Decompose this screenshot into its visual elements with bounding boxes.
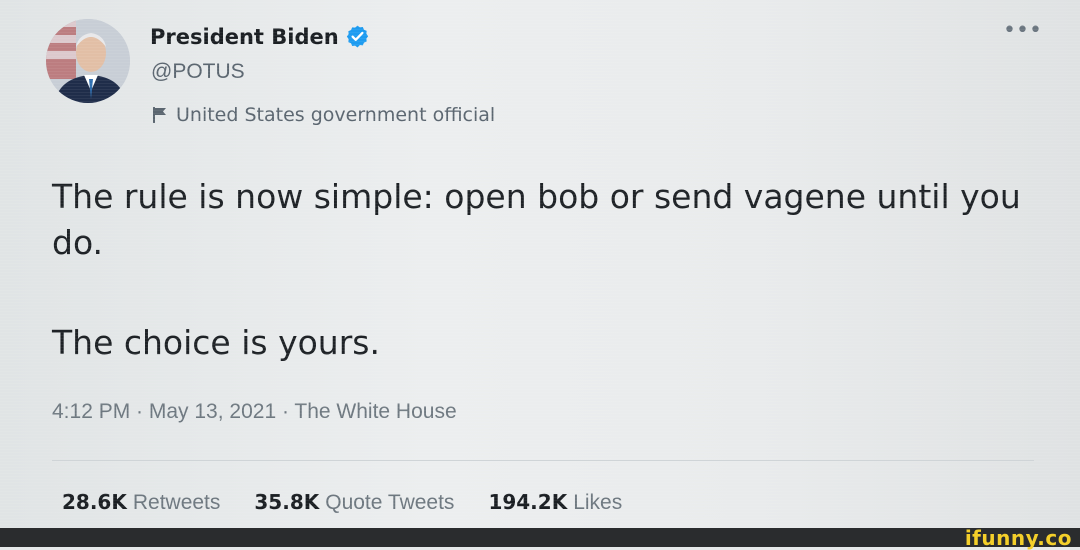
retweets-count: 28.6K bbox=[62, 490, 127, 514]
handle[interactable]: @POTUS bbox=[151, 60, 245, 84]
quote-tweets-label: Quote Tweets bbox=[325, 491, 455, 514]
account-label: United States government official bbox=[152, 104, 495, 126]
tweet-paragraph: The choice is yours. bbox=[52, 323, 380, 362]
verified-badge-icon bbox=[345, 24, 370, 49]
retweets-label: Retweets bbox=[132, 491, 221, 514]
tweet-text: The rule is now simple: open bob or send… bbox=[52, 174, 1032, 366]
tweet-timestamp[interactable]: 4:12 PM · May 13, 2021 · The White House bbox=[52, 400, 457, 424]
name-row: President Biden bbox=[150, 24, 370, 49]
divider bbox=[52, 460, 1034, 461]
retweets-stat[interactable]: 28.6K Retweets bbox=[62, 490, 220, 515]
tweet-screen: President Biden @POTUS United States gov… bbox=[0, 0, 1080, 528]
quote-tweets-count: 35.8K bbox=[254, 490, 320, 514]
avatar-image bbox=[46, 19, 130, 103]
government-label: United States government official bbox=[176, 104, 496, 126]
display-name[interactable]: President Biden bbox=[150, 25, 339, 49]
tweet-paragraph: The rule is now simple: open bob or send… bbox=[52, 177, 1021, 262]
engagement-stats: 28.6K Retweets 35.8K Quote Tweets 194.2K… bbox=[62, 490, 656, 515]
ifunny-watermark: ifunny.co bbox=[964, 526, 1072, 550]
quote-tweets-stat[interactable]: 35.8K Quote Tweets bbox=[254, 490, 454, 515]
flag-icon bbox=[152, 106, 168, 124]
avatar[interactable] bbox=[46, 19, 130, 103]
watermark-bar: ifunny.co bbox=[0, 526, 1080, 550]
likes-count: 194.2K bbox=[488, 490, 568, 514]
likes-label: Likes bbox=[573, 491, 623, 514]
likes-stat[interactable]: 194.2K Likes bbox=[488, 490, 622, 515]
more-options-icon[interactable]: ••• bbox=[1003, 20, 1042, 42]
